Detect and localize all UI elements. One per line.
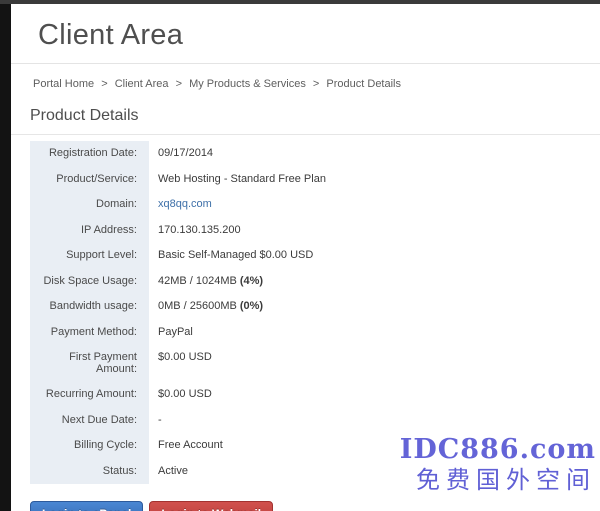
- breadcrumb-separator: >: [101, 78, 107, 90]
- detail-label: First Payment Amount:: [30, 345, 149, 382]
- section-header: Product Details: [11, 107, 600, 135]
- detail-label: Payment Method:: [30, 320, 149, 346]
- page-title: Client Area: [38, 19, 600, 52]
- status-value: Active: [149, 459, 188, 485]
- detail-value: Free Account: [149, 433, 223, 459]
- detail-label: Support Level:: [30, 243, 149, 269]
- breadcrumb: Portal Home > Client Area > My Products …: [33, 78, 600, 90]
- table-row-registration-date: Registration Date: 09/17/2014: [30, 141, 590, 167]
- detail-label: Bandwidth usage:: [30, 294, 149, 320]
- table-row-first-payment-amount: First Payment Amount: $0.00 USD: [30, 345, 590, 382]
- detail-label: IP Address:: [30, 218, 149, 244]
- breadcrumb-product-details[interactable]: Product Details: [326, 78, 401, 90]
- login-to-webmail-button[interactable]: Login to Webmail: [149, 501, 273, 511]
- table-row-domain: Domain: xq8qq.com: [30, 192, 590, 218]
- breadcrumb-separator: >: [176, 78, 182, 90]
- left-border-strip: [0, 0, 11, 511]
- table-row-status: Status: Active: [30, 459, 590, 485]
- detail-value: 09/17/2014: [149, 141, 213, 167]
- table-row-billing-cycle: Billing Cycle: Free Account: [30, 433, 590, 459]
- detail-value: Basic Self-Managed $0.00 USD: [149, 243, 313, 269]
- detail-label: Recurring Amount:: [30, 382, 149, 408]
- detail-value: PayPal: [149, 320, 193, 346]
- section-title: Product Details: [30, 107, 600, 125]
- detail-label: Billing Cycle:: [30, 433, 149, 459]
- detail-value: xq8qq.com: [149, 192, 212, 218]
- breadcrumb-client-area[interactable]: Client Area: [115, 78, 169, 90]
- detail-label: Product/Service:: [30, 167, 149, 193]
- detail-value: $0.00 USD: [149, 345, 212, 382]
- detail-value: Web Hosting - Standard Free Plan: [149, 167, 326, 193]
- table-row-product-service: Product/Service: Web Hosting - Standard …: [30, 167, 590, 193]
- detail-label: Registration Date:: [30, 141, 149, 167]
- table-row-recurring-amount: Recurring Amount: $0.00 USD: [30, 382, 590, 408]
- header-divider: [11, 63, 600, 64]
- detail-label: Disk Space Usage:: [30, 269, 149, 295]
- bandwidth-usage-percent: (0%): [240, 300, 263, 312]
- detail-label: Status:: [30, 459, 149, 485]
- detail-value: $0.00 USD: [149, 382, 212, 408]
- table-row-disk-space-usage: Disk Space Usage: 42MB / 1024MB(4%): [30, 269, 590, 295]
- detail-value: 170.130.135.200: [149, 218, 241, 244]
- top-border-strip: [0, 0, 600, 4]
- breadcrumb-separator: >: [313, 78, 319, 90]
- table-row-payment-method: Payment Method: PayPal: [30, 320, 590, 346]
- detail-label: Next Due Date:: [30, 408, 149, 434]
- table-row-support-level: Support Level: Basic Self-Managed $0.00 …: [30, 243, 590, 269]
- table-row-ip-address: IP Address: 170.130.135.200: [30, 218, 590, 244]
- domain-link[interactable]: xq8qq.com: [158, 198, 212, 210]
- detail-value: -: [149, 408, 162, 434]
- detail-value: 0MB / 25600MB(0%): [149, 294, 263, 320]
- client-area-page: Client Area Portal Home > Client Area > …: [11, 4, 600, 511]
- table-row-next-due-date: Next Due Date: -: [30, 408, 590, 434]
- breadcrumb-portal-home[interactable]: Portal Home: [33, 78, 94, 90]
- action-buttons: Login to cPanel Login to Webmail: [30, 501, 600, 511]
- login-to-cpanel-button[interactable]: Login to cPanel: [30, 501, 143, 511]
- detail-label: Domain:: [30, 192, 149, 218]
- breadcrumb-my-products-services[interactable]: My Products & Services: [189, 78, 306, 90]
- table-row-bandwidth-usage: Bandwidth usage: 0MB / 25600MB(0%): [30, 294, 590, 320]
- disk-usage-percent: (4%): [240, 275, 263, 287]
- product-details-table: Registration Date: 09/17/2014 Product/Se…: [30, 141, 590, 484]
- detail-value: 42MB / 1024MB(4%): [149, 269, 263, 295]
